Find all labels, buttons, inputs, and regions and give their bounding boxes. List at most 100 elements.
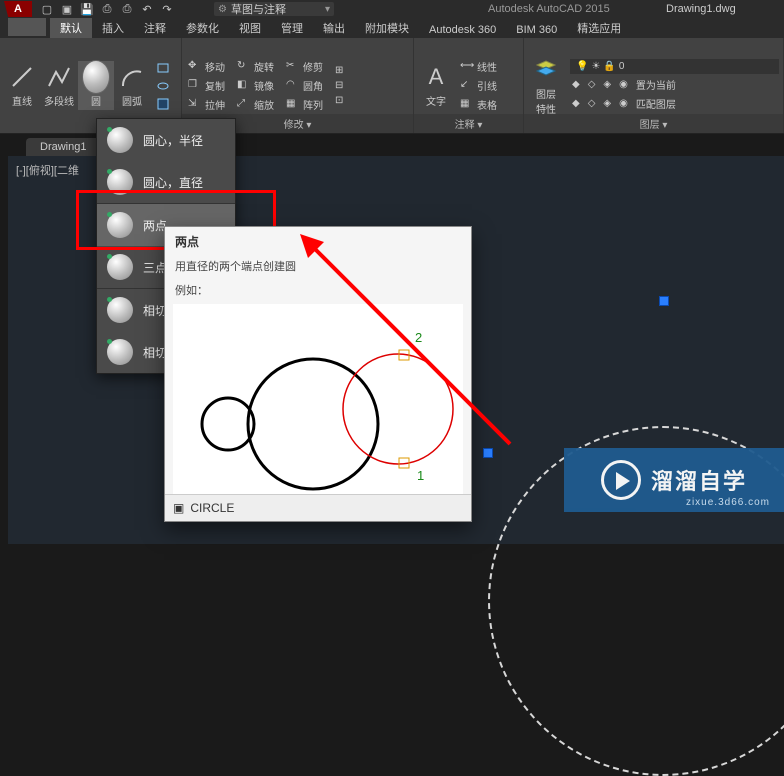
copy-label: 复制 bbox=[205, 78, 225, 93]
hatch-icon[interactable] bbox=[154, 96, 172, 112]
layer-name: 0 bbox=[619, 61, 625, 72]
rect-icon[interactable] bbox=[154, 60, 172, 76]
grip-left[interactable] bbox=[483, 448, 493, 458]
text-icon: A bbox=[422, 63, 450, 91]
scale-button[interactable]: ⤢缩放 bbox=[235, 96, 276, 113]
layer-props-button[interactable]: 图层 特性 bbox=[528, 54, 564, 118]
circle-label: 圆 bbox=[91, 93, 101, 108]
tab-insert[interactable]: 插入 bbox=[92, 18, 134, 38]
app-logo[interactable]: A bbox=[4, 1, 32, 17]
app-menu-button[interactable] bbox=[8, 18, 46, 36]
workspace-switcher[interactable]: ⚙ ▾ bbox=[214, 2, 334, 16]
array-label: 阵列 bbox=[303, 97, 323, 112]
table-button[interactable]: ▦表格 bbox=[458, 96, 499, 113]
saveas-icon[interactable]: ⎙ bbox=[100, 2, 114, 16]
layer-tool-2[interactable]: ◇ bbox=[586, 76, 598, 93]
circle-2p-icon bbox=[107, 212, 133, 238]
open-icon[interactable]: ▣ bbox=[60, 2, 74, 16]
watermark-text: 溜溜自学 bbox=[651, 464, 747, 496]
circle-button[interactable]: 圆 bbox=[78, 61, 114, 110]
linear-icon: ⟷ bbox=[460, 60, 474, 74]
trim-button[interactable]: ✂修剪 bbox=[284, 58, 325, 75]
tab-manage[interactable]: 管理 bbox=[271, 18, 313, 38]
modify-extra-3[interactable]: ⊡ bbox=[333, 94, 345, 107]
copy-icon: ❐ bbox=[188, 79, 202, 93]
move-button[interactable]: ✥移动 bbox=[186, 58, 227, 75]
layer-tool-5[interactable]: ◆ bbox=[570, 95, 582, 112]
grip-top[interactable] bbox=[659, 296, 669, 306]
polyline-icon bbox=[45, 63, 73, 91]
match-layer-button[interactable]: 匹配图层 bbox=[634, 95, 678, 112]
layer-dropdown[interactable]: 💡 ☀ 🔒 0 bbox=[570, 59, 779, 74]
circle-ttt-icon bbox=[107, 339, 133, 365]
print-icon[interactable]: ⎙ bbox=[120, 2, 134, 16]
dropdown-icon[interactable]: ▾ bbox=[325, 4, 330, 15]
linear-dim-button[interactable]: ⟷线性 bbox=[458, 58, 499, 75]
stretch-button[interactable]: ⇲拉伸 bbox=[186, 96, 227, 113]
bulb-icon: 💡 bbox=[576, 61, 588, 72]
panel-title-annotate[interactable]: 注释 ▾ bbox=[414, 114, 523, 133]
tab-parametric[interactable]: 参数化 bbox=[176, 18, 229, 38]
menu-center-radius[interactable]: 圆心，半径 bbox=[97, 119, 235, 161]
leader-icon: ↙ bbox=[460, 79, 474, 93]
layer-tool-3[interactable]: ◈ bbox=[601, 76, 613, 93]
ellipse-icon[interactable] bbox=[154, 78, 172, 94]
tab-a360[interactable]: Autodesk 360 bbox=[419, 22, 506, 38]
tooltip: 两点 用直径的两个端点创建圆 例如： 2 1 ▣ CIRCLE bbox=[164, 226, 472, 522]
text-button[interactable]: A 文字 bbox=[418, 61, 454, 110]
arc-button[interactable]: 圆弧 bbox=[114, 61, 150, 110]
pt1-label: 1 bbox=[417, 468, 424, 483]
pt2-label: 2 bbox=[415, 330, 422, 345]
undo-icon[interactable]: ↶ bbox=[140, 2, 154, 16]
watermark-url: zixue.3d66.com bbox=[686, 497, 770, 508]
leader-label: 引线 bbox=[477, 78, 497, 93]
layer-tool-8[interactable]: ◉ bbox=[617, 95, 630, 112]
ribbon-tabs: 默认 插入 注释 参数化 视图 管理 输出 附加模块 Autodesk 360 … bbox=[0, 18, 784, 38]
tooltip-description: 用直径的两个端点创建圆 bbox=[165, 256, 471, 280]
tab-view[interactable]: 视图 bbox=[229, 18, 271, 38]
layer-tool-6[interactable]: ◇ bbox=[586, 95, 598, 112]
tab-default[interactable]: 默认 bbox=[50, 18, 92, 38]
tooltip-diagram: 2 1 bbox=[173, 304, 463, 494]
play-icon bbox=[601, 460, 641, 500]
table-icon: ▦ bbox=[460, 98, 474, 112]
line-label: 直线 bbox=[12, 93, 32, 108]
tab-output[interactable]: 输出 bbox=[313, 18, 355, 38]
modify-extra-2[interactable]: ⊟ bbox=[333, 79, 345, 92]
gear-icon: ⚙ bbox=[218, 4, 227, 15]
array-button[interactable]: ▦阵列 bbox=[284, 96, 325, 113]
tab-bim360[interactable]: BIM 360 bbox=[506, 22, 567, 38]
panel-title-layer[interactable]: 图层 ▾ bbox=[524, 114, 783, 133]
rotate-button[interactable]: ↻旋转 bbox=[235, 58, 276, 75]
modify-extra-1[interactable]: ⊞ bbox=[333, 64, 345, 77]
save-icon[interactable]: 💾 bbox=[80, 2, 94, 16]
rotate-label: 旋转 bbox=[254, 59, 274, 74]
document-tab[interactable]: Drawing1 bbox=[26, 138, 100, 156]
mirror-button[interactable]: ◧镜像 bbox=[235, 77, 276, 94]
leader-button[interactable]: ↙引线 bbox=[458, 77, 499, 94]
quick-access-toolbar: ▢ ▣ 💾 ⎙ ⎙ ↶ ↷ bbox=[40, 2, 174, 16]
make-current-button[interactable]: 置为当前 bbox=[634, 76, 678, 93]
layer-tool-7[interactable]: ◈ bbox=[601, 95, 613, 112]
tab-annotate[interactable]: 注释 bbox=[134, 18, 176, 38]
tab-featured[interactable]: 精选应用 bbox=[567, 18, 631, 38]
mirror-label: 镜像 bbox=[254, 78, 274, 93]
copy-button[interactable]: ❐复制 bbox=[186, 77, 227, 94]
layer-tool-4[interactable]: ◉ bbox=[617, 76, 630, 93]
redo-icon[interactable]: ↷ bbox=[160, 2, 174, 16]
menu-center-diameter[interactable]: 圆心，直径 bbox=[97, 161, 235, 204]
polyline-button[interactable]: 多段线 bbox=[40, 61, 78, 110]
lock-icon: 🔒 bbox=[603, 61, 615, 72]
layers-icon bbox=[532, 56, 560, 84]
document-name: Drawing1.dwg bbox=[666, 3, 736, 15]
layer-tool-1[interactable]: ◆ bbox=[570, 76, 582, 93]
tab-addins[interactable]: 附加模块 bbox=[355, 18, 419, 38]
fillet-label: 圆角 bbox=[303, 78, 323, 93]
fillet-button[interactable]: ◠圆角 bbox=[284, 77, 325, 94]
text-label: 文字 bbox=[426, 93, 446, 108]
circle-3p-icon bbox=[107, 254, 133, 280]
workspace-input[interactable] bbox=[231, 3, 321, 15]
array-icon: ▦ bbox=[286, 98, 300, 112]
line-button[interactable]: 直线 bbox=[4, 61, 40, 110]
new-icon[interactable]: ▢ bbox=[40, 2, 54, 16]
